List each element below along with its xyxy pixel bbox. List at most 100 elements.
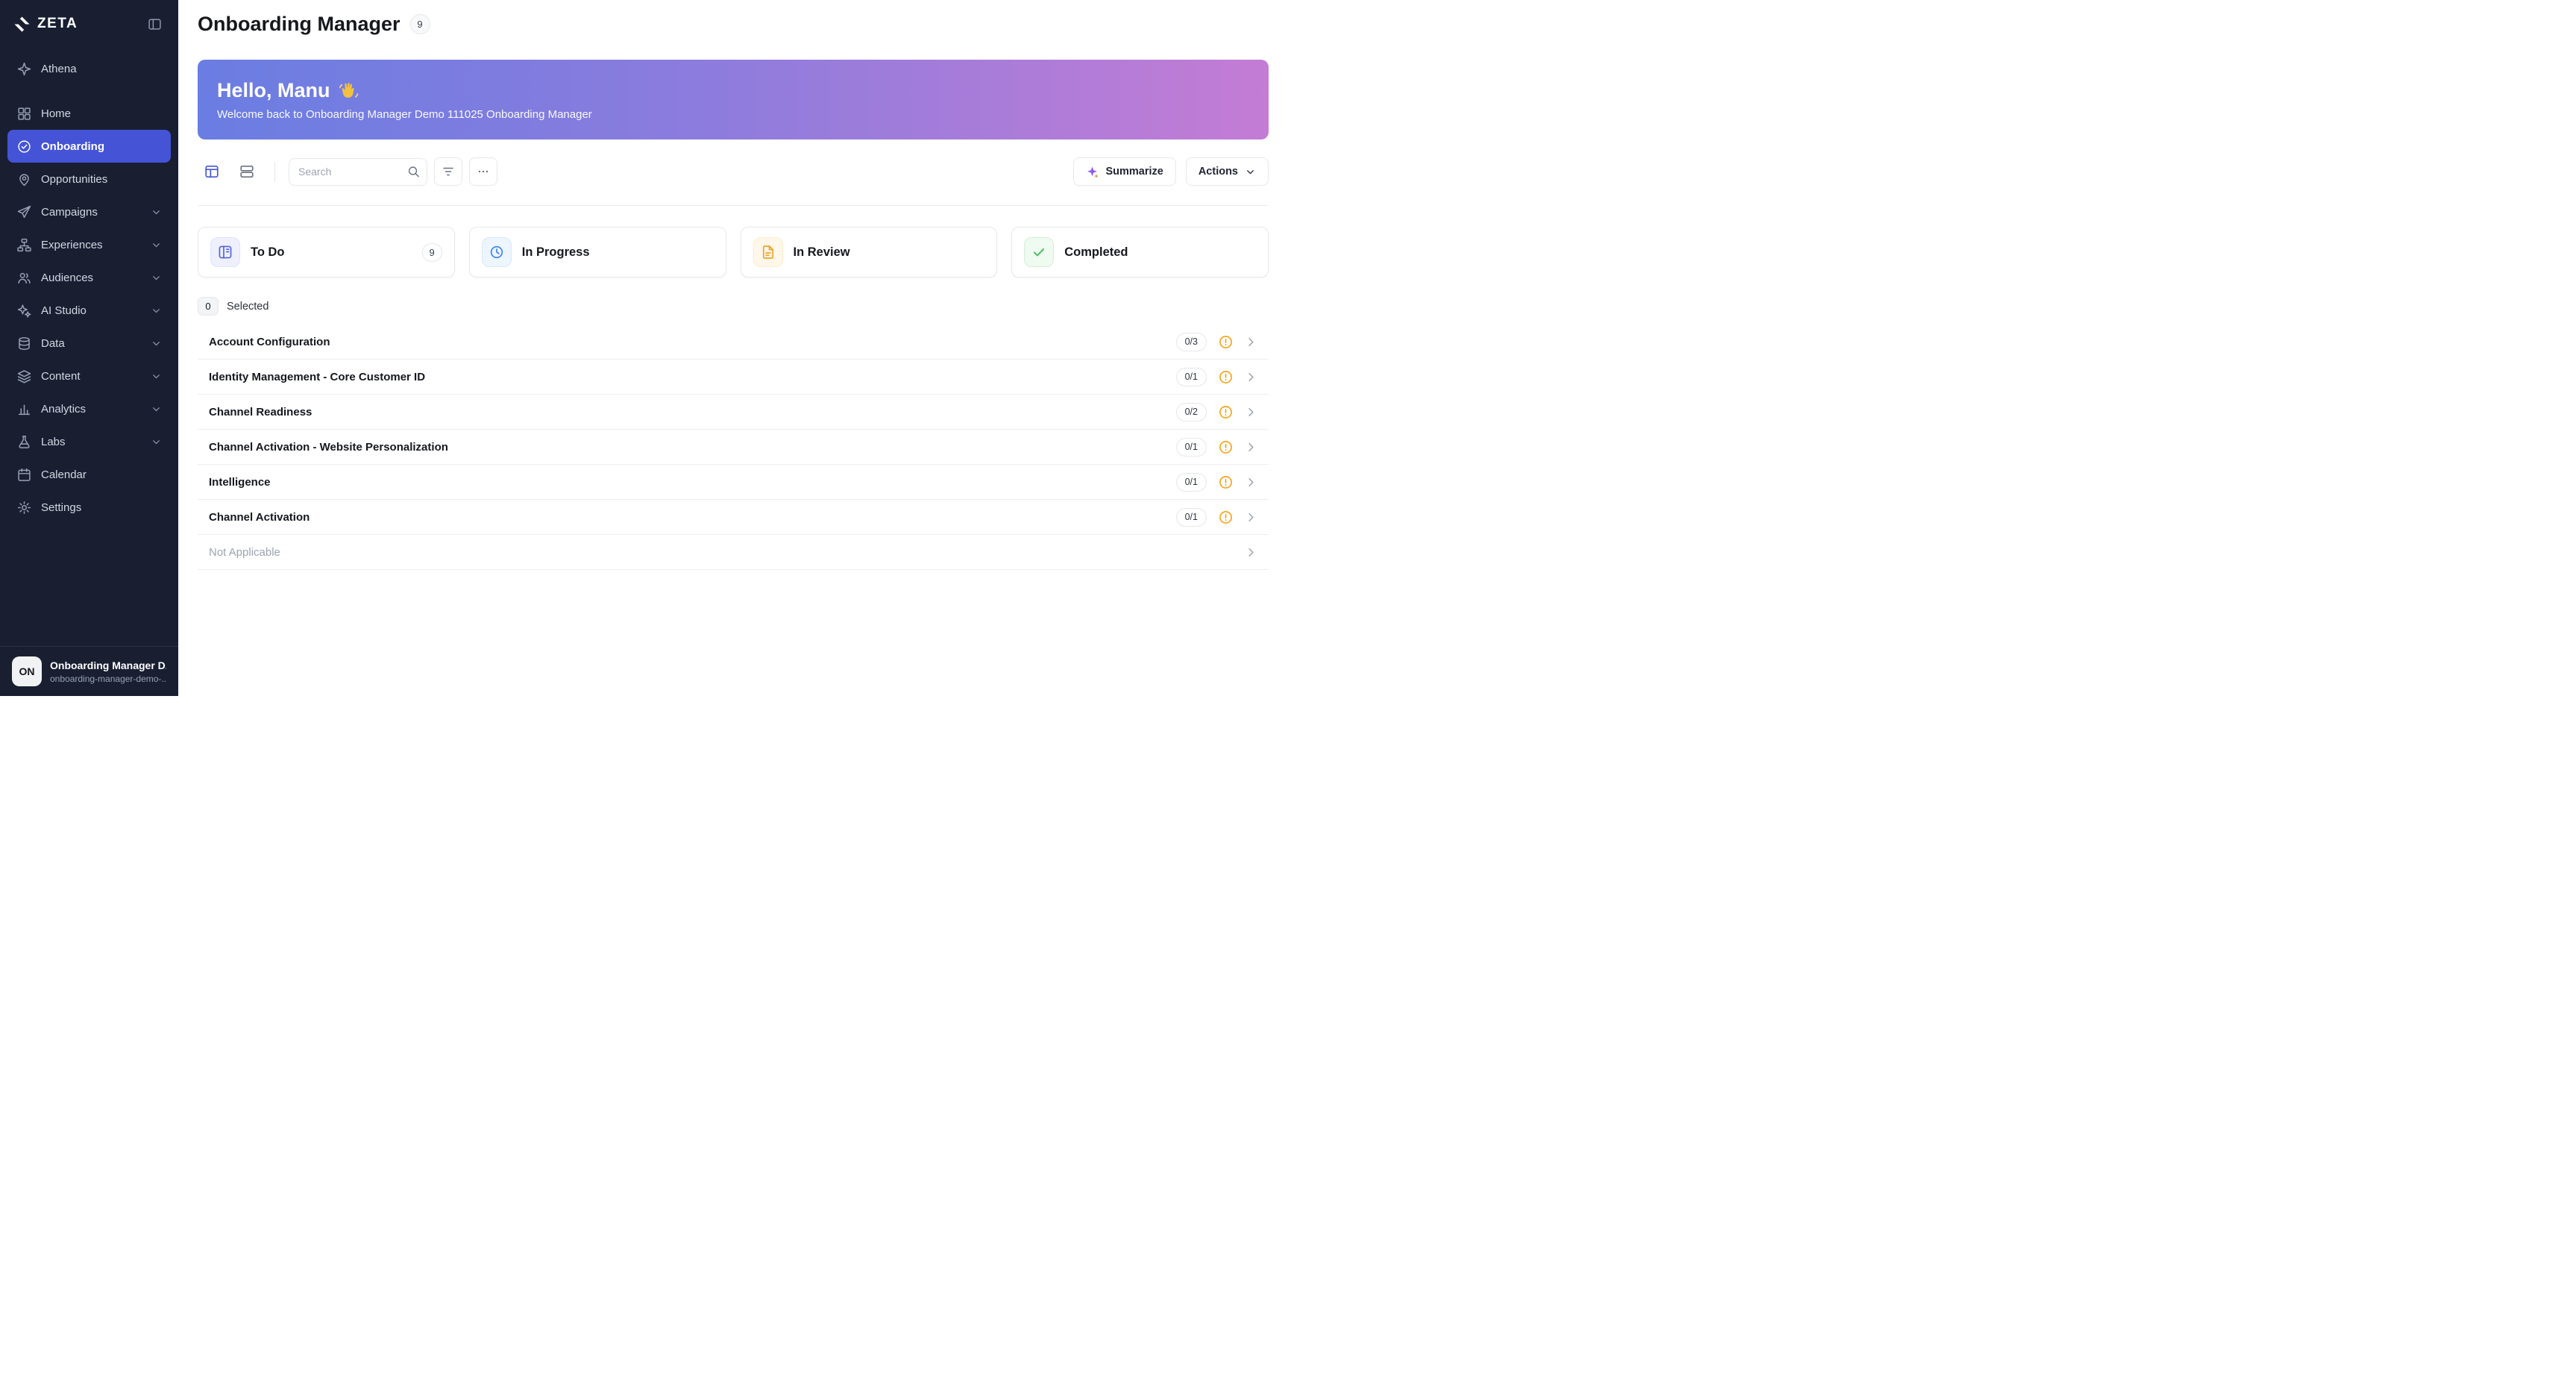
profile-subtitle: onboarding-manager-demo-... xyxy=(50,674,166,684)
task-row[interactable]: Channel Activation - Website Personaliza… xyxy=(198,430,1269,465)
status-card-in-review[interactable]: In Review xyxy=(741,227,998,278)
status-card-completed[interactable]: Completed xyxy=(1011,227,1269,278)
chevron-right-icon xyxy=(1245,511,1257,524)
sidebar-item-audiences[interactable]: Audiences xyxy=(7,261,171,294)
settings-gear-icon xyxy=(16,500,31,515)
search-box xyxy=(289,158,427,186)
task-title: Account Configuration xyxy=(209,336,330,348)
warning-icon xyxy=(1219,370,1233,384)
account-profile[interactable]: ON Onboarding Manager D... onboarding-ma… xyxy=(0,646,178,696)
task-row[interactable]: Intelligence 0/1 xyxy=(198,465,1269,500)
profile-name: Onboarding Manager D... xyxy=(50,659,166,671)
page-title: Onboarding Manager xyxy=(198,13,400,36)
sidebar-logo-row: ZETA xyxy=(0,0,178,48)
check-icon xyxy=(1024,237,1054,267)
progress-badge: 0/3 xyxy=(1176,333,1207,351)
task-title: Channel Readiness xyxy=(209,406,312,418)
chevron-right-icon xyxy=(1245,546,1257,559)
sidebar-item-labs[interactable]: Labs xyxy=(7,425,171,458)
sidebar-item-label: Home xyxy=(41,107,71,120)
sidebar-item-home[interactable]: Home xyxy=(7,97,171,130)
list-view-button[interactable] xyxy=(233,157,261,186)
task-row[interactable]: Account Configuration 0/3 xyxy=(198,325,1269,360)
zeta-logo-icon xyxy=(13,16,31,33)
warning-icon xyxy=(1219,405,1233,419)
task-row[interactable]: Identity Management - Core Customer ID 0… xyxy=(198,360,1269,395)
athena-sparkle-icon xyxy=(16,61,31,76)
sidebar-item-analytics[interactable]: Analytics xyxy=(7,392,171,425)
zeta-logo[interactable]: ZETA xyxy=(13,16,78,33)
sidebar-item-label: Data xyxy=(41,337,65,350)
sidebar-item-onboarding[interactable]: Onboarding xyxy=(7,130,171,163)
chevron-down-icon xyxy=(151,207,162,218)
wave-emoji-icon xyxy=(339,81,359,101)
sidebar-item-label: Content xyxy=(41,370,81,383)
sidebar-item-content[interactable]: Content xyxy=(7,360,171,392)
warning-icon xyxy=(1219,475,1233,489)
sidebar-item-calendar[interactable]: Calendar xyxy=(7,458,171,491)
page-count-badge: 9 xyxy=(410,14,430,34)
kanban-board-icon xyxy=(210,237,240,267)
progress-badge: 0/1 xyxy=(1176,473,1207,492)
onboarding-check-icon xyxy=(16,139,31,154)
sidebar-item-campaigns[interactable]: Campaigns xyxy=(7,195,171,228)
sidebar-item-opportunities[interactable]: Opportunities xyxy=(7,163,171,195)
content-layers-icon xyxy=(16,369,31,383)
chevron-right-icon xyxy=(1245,441,1257,454)
status-card-in-progress[interactable]: In Progress xyxy=(469,227,726,278)
chevron-down-icon xyxy=(151,338,162,349)
progress-badge: 0/1 xyxy=(1176,508,1207,527)
progress-badge: 0/1 xyxy=(1176,368,1207,386)
ellipsis-icon xyxy=(477,165,490,178)
data-database-icon xyxy=(16,336,31,351)
filter-button[interactable] xyxy=(434,157,462,186)
app-root: ZETA Athena Home xyxy=(0,0,1288,696)
sidebar-item-data[interactable]: Data xyxy=(7,327,171,360)
sparkle-icon xyxy=(1086,166,1099,178)
sidebar-item-settings[interactable]: Settings xyxy=(7,491,171,524)
sidebar-item-label: Onboarding xyxy=(41,140,104,153)
status-card-label: In Progress xyxy=(522,245,590,260)
sidebar-collapse-button[interactable] xyxy=(145,14,165,34)
sidebar-item-athena[interactable]: Athena xyxy=(7,52,171,85)
search-icon xyxy=(407,166,420,178)
status-cards: To Do 9 In Progress In Review xyxy=(198,227,1269,278)
sidebar-item-label: AI Studio xyxy=(41,304,87,317)
ai-studio-sparkles-icon xyxy=(16,303,31,318)
sidebar-item-ai-studio[interactable]: AI Studio xyxy=(7,294,171,327)
page-header: Onboarding Manager 9 xyxy=(178,0,1288,48)
chevron-down-icon xyxy=(151,239,162,251)
task-title: Channel Activation - Website Personaliza… xyxy=(209,441,448,454)
task-title: Intelligence xyxy=(209,476,271,489)
summarize-button[interactable]: Summarize xyxy=(1073,157,1175,186)
actions-button[interactable]: Actions xyxy=(1186,157,1269,186)
task-row-not-applicable[interactable]: Not Applicable xyxy=(198,535,1269,570)
more-options-button[interactable] xyxy=(469,157,497,186)
status-card-label: To Do xyxy=(251,245,285,260)
warning-icon xyxy=(1219,335,1233,349)
avatar: ON xyxy=(12,656,42,686)
document-report-icon xyxy=(753,237,783,267)
summarize-label: Summarize xyxy=(1105,166,1163,178)
opportunities-pin-icon xyxy=(16,172,31,186)
task-title: Channel Activation xyxy=(209,511,310,524)
calendar-icon xyxy=(16,467,31,482)
toolbar-divider xyxy=(274,162,275,181)
chevron-down-icon xyxy=(151,272,162,283)
sidebar-item-label: Labs xyxy=(41,436,66,448)
status-card-todo[interactable]: To Do 9 xyxy=(198,227,455,278)
task-title: Not Applicable xyxy=(209,546,280,559)
kanban-view-button[interactable] xyxy=(198,157,226,186)
brand-text: ZETA xyxy=(37,16,78,32)
task-row[interactable]: Channel Readiness 0/2 xyxy=(198,395,1269,430)
chevron-right-icon xyxy=(1245,371,1257,383)
sidebar-item-label: Calendar xyxy=(41,468,87,481)
chevron-right-icon xyxy=(1245,406,1257,418)
welcome-subtitle: Welcome back to Onboarding Manager Demo … xyxy=(217,108,1249,121)
progress-badge: 0/2 xyxy=(1176,403,1207,421)
task-row[interactable]: Channel Activation 0/1 xyxy=(198,500,1269,535)
status-card-label: Completed xyxy=(1064,245,1128,260)
chevron-right-icon xyxy=(1245,476,1257,489)
status-card-label: In Review xyxy=(794,245,850,260)
sidebar-item-experiences[interactable]: Experiences xyxy=(7,228,171,261)
